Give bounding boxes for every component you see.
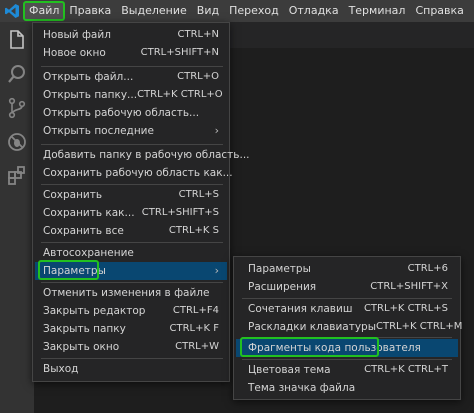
menu-view[interactable]: Вид — [192, 2, 224, 20]
menu-item-label: Закрыть редактор — [43, 305, 146, 317]
menu-separator — [41, 144, 223, 145]
menu-bar: Файл Правка Выделение Вид Переход Отладк… — [0, 0, 474, 22]
submenu-item-label: Параметры — [248, 263, 311, 275]
menu-separator — [41, 242, 223, 243]
menu-help[interactable]: Справка — [410, 2, 468, 20]
menu-item-save[interactable]: Сохранить CTRL+S — [35, 186, 227, 204]
submenu-item-extensions[interactable]: Расширения CTRL+SHIFT+X — [236, 278, 458, 296]
menu-separator — [41, 184, 223, 185]
menu-item-new-window[interactable]: Новое окно CTRL+SHIFT+N — [35, 44, 227, 62]
menu-item-label: Новый файл — [43, 29, 111, 41]
submenu-item-settings[interactable]: Параметры CTRL+6 — [236, 260, 458, 278]
menu-item-save-workspace-as[interactable]: Сохранить рабочую область как... — [35, 164, 233, 182]
menu-item-label: Открыть рабочую область... — [43, 107, 200, 119]
menu-item-new-file[interactable]: Новый файл CTRL+N — [35, 26, 227, 44]
chevron-right-icon: › — [214, 264, 219, 277]
submenu-item-shortcut: CTRL+K CTRL+T — [364, 364, 448, 375]
menu-item-close-editor[interactable]: Закрыть редактор CTRL+F4 — [35, 302, 227, 320]
menu-item-revert-file[interactable]: Отменить изменения в файле — [35, 284, 227, 302]
menu-item-save-all[interactable]: Сохранить все CTRL+K S — [35, 222, 227, 240]
submenu-item-shortcut: CTRL+K CTRL+S — [363, 303, 448, 314]
submenu-separator — [242, 359, 452, 360]
menu-separator — [41, 66, 223, 67]
menu-item-exit[interactable]: Выход — [35, 360, 227, 378]
explorer-icon[interactable] — [5, 28, 29, 52]
menu-item-label: Сохранить рабочую область как... — [43, 167, 233, 179]
menu-item-label: Новое окно — [43, 47, 106, 59]
menu-item-shortcut: CTRL+F4 — [172, 305, 219, 316]
menu-item-open-file[interactable]: Открыть файл... CTRL+O — [35, 68, 227, 86]
menu-item-label: Закрыть окно — [43, 341, 120, 353]
menu-item-shortcut: CTRL+N — [177, 29, 219, 40]
menu-item-label: Отменить изменения в файле — [43, 287, 210, 299]
menu-item-shortcut: CTRL+SHIFT+S — [141, 207, 219, 218]
menu-item-label: Сохранить как... — [43, 207, 135, 219]
menu-item-label: Добавить папку в рабочую область... — [43, 149, 250, 161]
menu-item-shortcut: CTRL+K CTRL+O — [137, 89, 223, 100]
activity-bar — [0, 22, 34, 413]
submenu-item-label: Тема значка файла — [248, 382, 356, 394]
menu-item-close-window[interactable]: Закрыть окно CTRL+W — [35, 338, 227, 356]
menu-item-shortcut: CTRL+O — [177, 71, 219, 82]
menu-item-shortcut: CTRL+K S — [168, 225, 219, 236]
submenu-item-keyboard-shortcuts[interactable]: Сочетания клавиш CTRL+K CTRL+S — [236, 300, 458, 318]
menu-file[interactable]: Файл — [22, 1, 66, 21]
source-control-icon[interactable] — [5, 96, 29, 120]
submenu-item-keymaps[interactable]: Раскладки клавиатуры CTRL+K CTRL+M — [236, 318, 462, 336]
menu-item-shortcut: CTRL+W — [175, 341, 219, 352]
submenu-item-shortcut: CTRL+6 — [407, 263, 448, 274]
menu-separator — [41, 358, 223, 359]
submenu-item-color-theme[interactable]: Цветовая тема CTRL+K CTRL+T — [236, 361, 458, 379]
submenu-item-shortcut: CTRL+SHIFT+X — [370, 281, 448, 292]
menu-item-add-folder[interactable]: Добавить папку в рабочую область... — [35, 146, 250, 164]
menu-item-label: Выход — [43, 363, 79, 375]
menu-item-label: Закрыть папку — [43, 323, 126, 335]
search-icon[interactable] — [5, 62, 29, 86]
menu-item-open-recent[interactable]: Открыть последние › — [35, 122, 227, 140]
menu-debug[interactable]: Отладка — [284, 2, 344, 20]
submenu-item-label: Расширения — [248, 281, 317, 293]
menu-separator — [41, 282, 223, 283]
menu-item-label: Открыть файл... — [43, 71, 134, 83]
menu-go[interactable]: Переход — [224, 2, 284, 20]
submenu-separator — [242, 298, 452, 299]
menu-item-open-folder[interactable]: Открыть папку... CTRL+K CTRL+O — [35, 86, 227, 104]
menu-terminal[interactable]: Терминал — [344, 2, 411, 20]
menu-item-label: Сохранить все — [43, 225, 124, 237]
user-snippets-highlight-outline — [240, 337, 379, 357]
submenu-item-shortcut: CTRL+K CTRL+M — [376, 321, 463, 332]
menu-item-open-workspace[interactable]: Открыть рабочую область... — [35, 104, 227, 122]
preferences-submenu: Параметры CTRL+6 Расширения CTRL+SHIFT+X… — [233, 256, 462, 400]
menu-item-label: Сохранить — [43, 189, 103, 201]
menu-item-shortcut: CTRL+K F — [169, 323, 219, 334]
chevron-right-icon: › — [214, 124, 219, 137]
preferences-highlight-outline — [38, 260, 99, 280]
submenu-item-label: Цветовая тема — [248, 364, 331, 376]
menu-item-shortcut: CTRL+SHIFT+N — [140, 47, 219, 58]
submenu-item-label: Сочетания клавиш — [248, 303, 353, 315]
submenu-item-file-icon-theme[interactable]: Тема значка файла — [236, 379, 458, 397]
vscode-logo-icon — [5, 4, 19, 18]
menu-item-label: Открыть папку... — [43, 89, 138, 101]
menu-item-save-as[interactable]: Сохранить как... CTRL+SHIFT+S — [35, 204, 227, 222]
extensions-icon[interactable] — [5, 164, 29, 188]
debug-icon[interactable] — [5, 130, 29, 154]
menu-selection[interactable]: Выделение — [116, 2, 192, 20]
menu-item-label: Открыть последние — [43, 125, 154, 137]
menu-item-close-folder[interactable]: Закрыть папку CTRL+K F — [35, 320, 227, 338]
file-menu: Новый файл CTRL+N Новое окно CTRL+SHIFT+… — [32, 22, 250, 382]
menu-item-shortcut: CTRL+S — [178, 189, 219, 200]
submenu-item-label: Раскладки клавиатуры — [248, 321, 377, 333]
menu-edit[interactable]: Правка — [64, 2, 116, 20]
